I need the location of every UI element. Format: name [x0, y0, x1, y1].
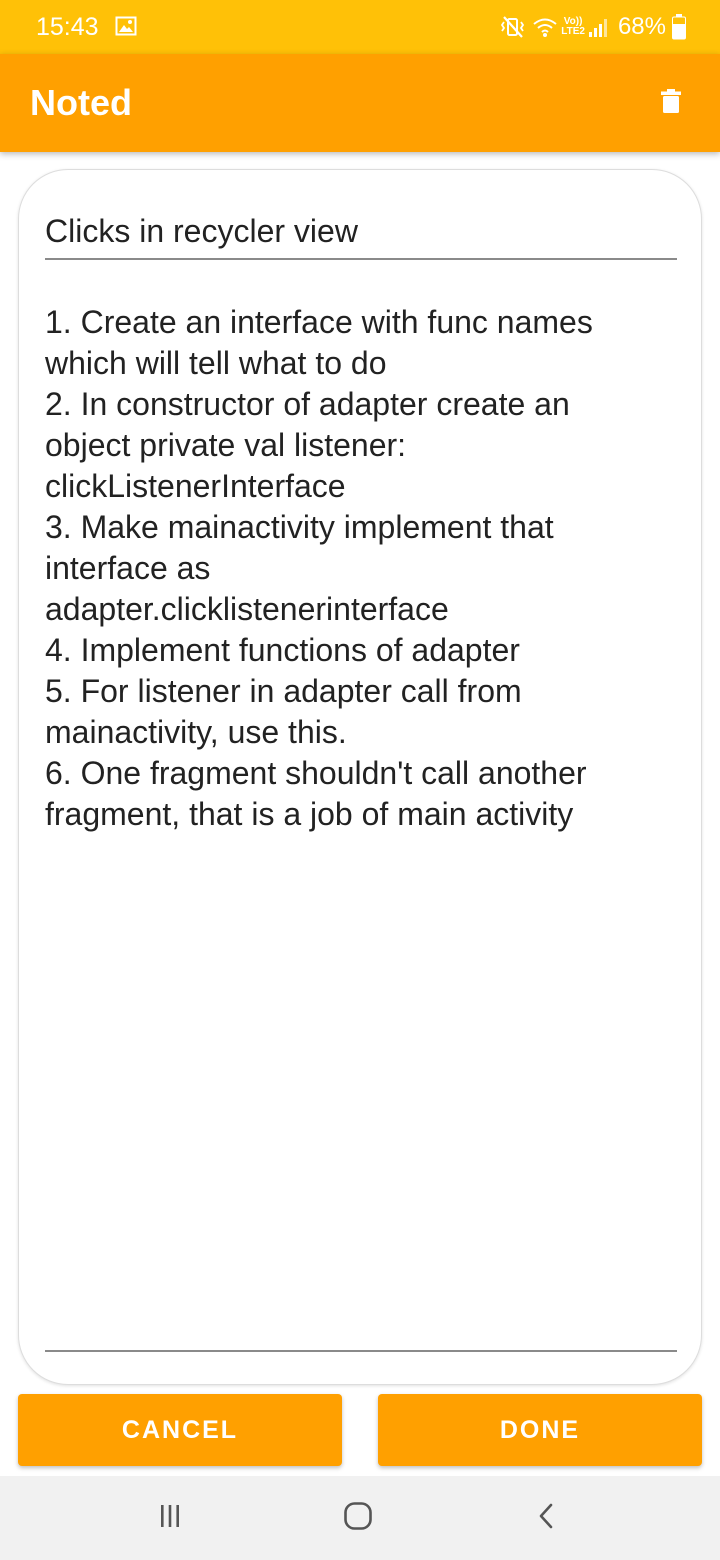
status-time: 15:43 [36, 13, 99, 41]
note-body-line: 5. For listener in adapter call from [45, 673, 522, 709]
status-icons: Vo)) LTE2 68% [500, 12, 686, 42]
gallery-icon [115, 15, 137, 37]
done-button[interactable]: DONE [378, 1394, 702, 1466]
note-body-line: clickListenerInterface [45, 468, 346, 504]
back-icon [536, 1502, 556, 1535]
app-title: Noted [30, 82, 132, 123]
wifi-icon [532, 15, 558, 39]
delete-button[interactable] [650, 82, 692, 124]
note-body-input[interactable]: 1. Create an interface with func names w… [45, 302, 677, 1352]
note-body-line: fragment, that is a job of main activity [45, 796, 574, 832]
mute-vibrate-icon [500, 15, 526, 39]
trash-icon [661, 88, 681, 118]
battery-percent: 68% [617, 13, 666, 40]
note-body-line: 1. Create an interface with func names [45, 304, 593, 340]
note-editor: Clicks in recycler view 1. Create an int… [0, 152, 720, 1476]
note-body-line: mainactivity, use this. [45, 714, 347, 750]
note-body-line: object private val listener: [45, 427, 407, 463]
network-lte-label: LTE2 [561, 26, 585, 37]
home-icon [343, 1501, 373, 1536]
navigation-bar [0, 1476, 720, 1560]
note-title-input[interactable]: Clicks in recycler view [45, 208, 677, 260]
network-type: Vo)) LTE2 [561, 17, 585, 37]
note-body-line: 2. In constructor of adapter create an [45, 386, 570, 422]
battery-icon [672, 14, 686, 40]
note-body-line: which will tell what to do [45, 345, 387, 381]
note-body-line: 6. One fragment shouldn't call another [45, 755, 587, 791]
recent-apps-icon [156, 1503, 184, 1534]
note-body-line: 3. Make mainactivity implement that [45, 509, 554, 545]
note-card: Clicks in recycler view 1. Create an int… [18, 169, 702, 1385]
recent-apps-button[interactable] [150, 1498, 190, 1538]
note-body-line: adapter.clicklistenerinterface [45, 591, 449, 627]
back-button[interactable] [526, 1498, 566, 1538]
cancel-button[interactable]: CANCEL [18, 1394, 342, 1466]
home-button[interactable] [338, 1498, 378, 1538]
note-title-text: Clicks in recycler view [45, 213, 358, 249]
app-bar: Noted [0, 54, 720, 152]
signal-icon [588, 16, 610, 38]
status-bar: 15:43 Vo)) LTE2 68% [0, 0, 720, 54]
note-body-line: interface as [45, 550, 211, 586]
note-body-line: 4. Implement functions of adapter [45, 632, 520, 668]
